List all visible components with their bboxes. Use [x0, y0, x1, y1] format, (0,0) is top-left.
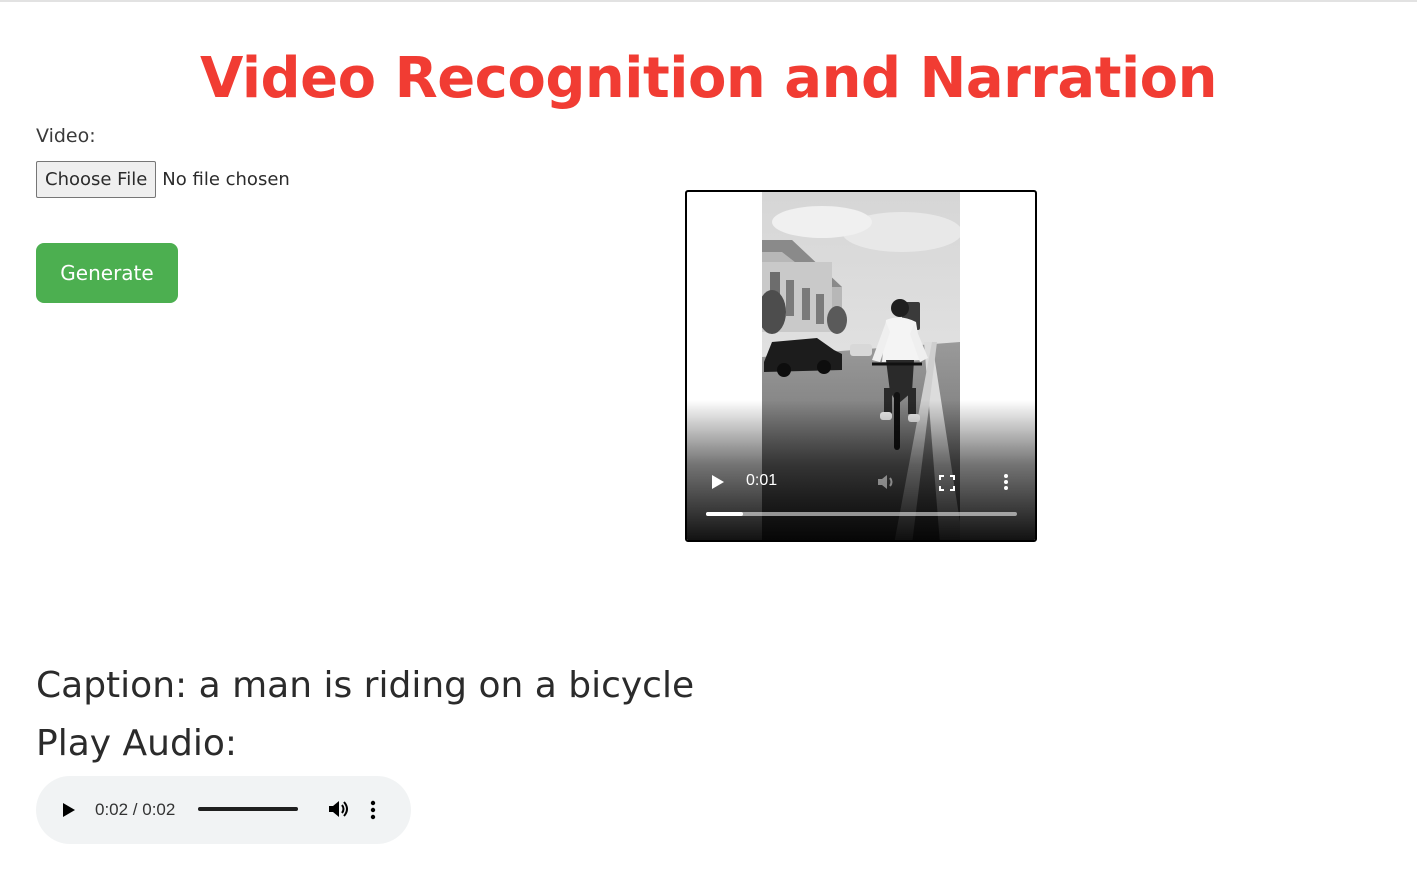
video-progress-bar[interactable]	[706, 512, 1017, 516]
fullscreen-icon[interactable]	[939, 475, 955, 495]
volume-icon[interactable]	[877, 473, 897, 495]
video-current-time: 0:01	[746, 472, 778, 489]
caption-text: Caption: a man is riding on a bicycle	[36, 665, 695, 706]
more-options-icon[interactable]	[370, 800, 376, 824]
volume-icon[interactable]	[328, 799, 350, 823]
more-options-icon[interactable]	[1003, 473, 1009, 495]
play-audio-label: Play Audio:	[36, 723, 237, 764]
choose-file-button[interactable]: Choose File	[36, 161, 157, 198]
audio-progress-fill	[198, 807, 298, 811]
page-title: Video Recognition and Narration	[199, 46, 1218, 111]
video-controls-overlay	[687, 400, 1035, 540]
video-field-label: Video:	[36, 125, 96, 147]
audio-time: 0:02 / 0:02	[95, 800, 176, 819]
top-border	[0, 0, 1417, 2]
play-icon[interactable]	[711, 474, 725, 494]
file-input[interactable]: Choose File No file chosen	[36, 161, 290, 198]
video-progress-fill	[706, 512, 744, 516]
audio-player[interactable]: 0:02 / 0:02	[36, 776, 411, 844]
video-player[interactable]: 0:01	[685, 190, 1037, 542]
generate-button[interactable]: Generate	[36, 243, 178, 303]
audio-progress-bar[interactable]	[198, 807, 298, 811]
file-status-text: No file chosen	[162, 169, 290, 190]
play-icon[interactable]	[62, 802, 76, 822]
